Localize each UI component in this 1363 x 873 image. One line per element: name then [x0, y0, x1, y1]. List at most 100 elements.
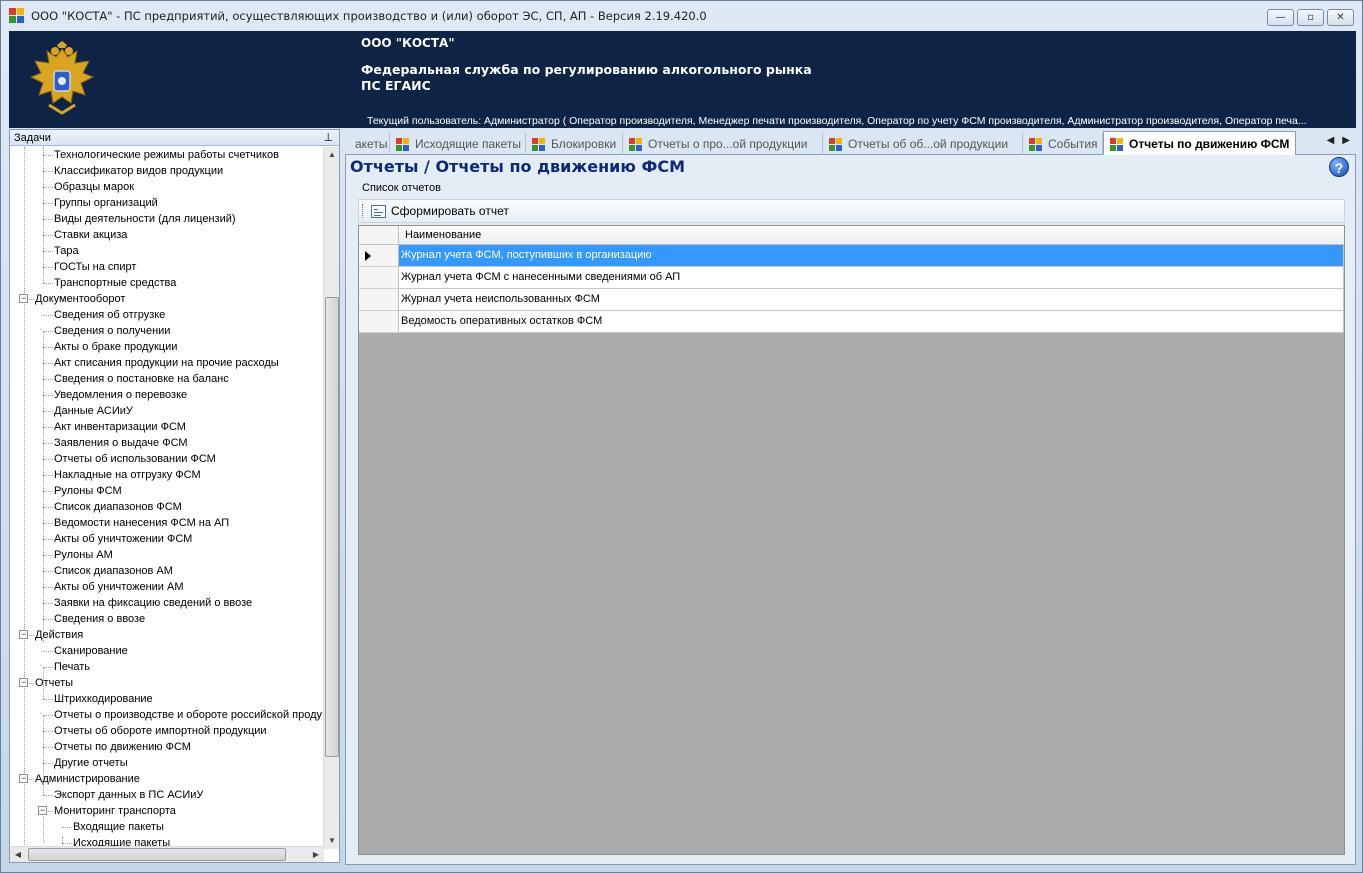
report-name-cell[interactable]: Журнал учета ФСМ, поступивших в организа… — [399, 245, 1344, 267]
column-header-name[interactable]: Наименование — [399, 226, 1344, 245]
tab-label: События — [1048, 137, 1098, 151]
tree-item[interactable]: Сведения об отгрузке — [10, 307, 324, 323]
tree-item[interactable]: Штрихкодирование — [10, 691, 324, 707]
minimize-button[interactable]: — — [1267, 9, 1294, 26]
tree-item[interactable]: Список диапазонов ФСМ — [10, 499, 324, 515]
tree-item[interactable]: Отчеты о производстве и обороте российск… — [10, 707, 324, 723]
collapse-icon[interactable]: − — [19, 630, 28, 639]
tree-connector — [43, 283, 53, 284]
tree-group-node[interactable]: − Администрирование — [10, 771, 324, 787]
tree-item[interactable]: ГОСТы на спирт — [10, 259, 324, 275]
tree-item[interactable]: Рулоны АМ — [10, 547, 324, 563]
tree-horizontal-scrollbar[interactable]: ◀ ▶ — [10, 846, 324, 862]
tree-item[interactable]: Сканирование — [10, 643, 324, 659]
tree-item[interactable]: Ставки акциза — [10, 227, 324, 243]
tree-group-node[interactable]: − Отчеты — [10, 675, 324, 691]
tree-item[interactable]: Отчеты об обороте импортной продукции — [10, 723, 324, 739]
tree-item[interactable]: Транспортные средства — [10, 275, 324, 291]
tree-vertical-scrollbar[interactable]: ▲ ▼ — [323, 147, 339, 849]
help-icon[interactable]: ? — [1329, 157, 1349, 177]
tree-item[interactable]: Образцы марок — [10, 179, 324, 195]
tab-scroll-right-icon[interactable]: ▶ — [1342, 135, 1350, 146]
scroll-right-arrow-icon[interactable]: ▶ — [308, 847, 324, 863]
scroll-down-arrow-icon[interactable]: ▼ — [324, 833, 340, 849]
tree-item[interactable]: Сведения о получении — [10, 323, 324, 339]
tree-item-label: Отчеты — [35, 677, 74, 689]
tree-item[interactable]: Технологические режимы работы счетчиков — [10, 147, 324, 163]
tree-group-node[interactable]: − Действия — [10, 627, 324, 643]
tree-item[interactable]: Тара — [10, 243, 324, 259]
tab-5[interactable]: Отчеты об об...ой продукции — [823, 133, 1023, 155]
tree-item-label: Тара — [54, 245, 79, 257]
scroll-thumb[interactable] — [28, 848, 286, 861]
tree-item[interactable]: Уведомления о перевозке — [10, 387, 324, 403]
tree-group-node[interactable]: − Документооборот — [10, 291, 324, 307]
toolbar-grip[interactable] — [362, 204, 365, 218]
form-report-button[interactable]: Сформировать отчет — [371, 204, 509, 218]
icon-square — [836, 144, 842, 151]
collapse-icon[interactable]: − — [38, 806, 47, 815]
scroll-up-arrow-icon[interactable]: ▲ — [324, 147, 340, 163]
document-icon — [1110, 137, 1123, 151]
tree-item[interactable]: Акты об уничтожении АМ — [10, 579, 324, 595]
tree-group-node[interactable]: − Мониторинг транспорта — [10, 803, 324, 819]
row-header[interactable] — [359, 311, 399, 333]
tree-item[interactable]: Экспорт данных в ПС АСИиУ — [10, 787, 324, 803]
tree-item[interactable]: Список диапазонов АМ — [10, 563, 324, 579]
scroll-thumb[interactable] — [325, 297, 339, 757]
icon-square — [539, 144, 545, 151]
tree-item[interactable]: Рулоны ФСМ — [10, 483, 324, 499]
row-header[interactable] — [359, 289, 399, 311]
table-row[interactable]: Журнал учета неиспользованных ФСМ — [359, 289, 1344, 311]
tree-item[interactable]: Акт списания продукции на прочие расходы — [10, 355, 324, 371]
report-name-cell[interactable]: Журнал учета неиспользованных ФСМ — [399, 289, 1344, 311]
tree-item[interactable]: Виды деятельности (для лицензий) — [10, 211, 324, 227]
tab-3[interactable]: Блокировки — [526, 133, 623, 155]
tab-2[interactable]: Исходящие пакеты — [390, 133, 526, 155]
tree-item[interactable]: Заявки на фиксацию сведений о ввозе — [10, 595, 324, 611]
tree-item[interactable]: Акт инвентаризации ФСМ — [10, 419, 324, 435]
tab-1[interactable]: акеты — [349, 133, 390, 155]
document-icon — [532, 137, 545, 151]
report-name-cell[interactable]: Ведомость оперативных остатков ФСМ — [399, 311, 1344, 333]
tree-item[interactable]: Ведомости нанесения ФСМ на АП — [10, 515, 324, 531]
row-header[interactable] — [359, 267, 399, 289]
tree-item[interactable]: Отчеты об использовании ФСМ — [10, 451, 324, 467]
tree-item[interactable]: Классификатор видов продукции — [10, 163, 324, 179]
tree-item[interactable]: Данные АСИиУ — [10, 403, 324, 419]
tree-item[interactable]: Отчеты по движению ФСМ — [10, 739, 324, 755]
tree-item[interactable]: Накладные на отгрузку ФСМ — [10, 467, 324, 483]
table-row[interactable]: Ведомость оперативных остатков ФСМ — [359, 311, 1344, 333]
icon-square — [396, 137, 402, 144]
tab-scroll-left-icon[interactable]: ◀ — [1327, 135, 1335, 146]
collapse-icon[interactable]: − — [19, 774, 28, 783]
tree-item[interactable]: Другие отчеты — [10, 755, 324, 771]
row-header[interactable] — [359, 245, 399, 267]
maximize-button[interactable]: ▫ — [1297, 9, 1324, 26]
tab-4[interactable]: Отчеты о про...ой продукции — [623, 133, 823, 155]
tree-item-label: Сведения об отгрузке — [54, 309, 166, 321]
table-row[interactable]: Журнал учета ФСМ, поступивших в организа… — [359, 245, 1344, 267]
tab-6[interactable]: События — [1023, 133, 1103, 155]
collapse-icon[interactable]: − — [19, 294, 28, 303]
tab-7[interactable]: Отчеты по движению ФСМ — [1103, 131, 1296, 156]
table-row[interactable]: Журнал учета ФСМ с нанесенными сведениям… — [359, 267, 1344, 289]
tree-connector — [43, 507, 53, 508]
scroll-left-arrow-icon[interactable]: ◀ — [10, 847, 26, 863]
tab-label: акеты — [355, 137, 388, 151]
pin-icon[interactable]: ⊥ — [323, 131, 333, 144]
tree-item[interactable]: Заявления о выдаче ФСМ — [10, 435, 324, 451]
close-button[interactable]: ✕ — [1327, 9, 1354, 26]
row-header-corner[interactable] — [359, 226, 399, 245]
tree-item[interactable]: Сведения о постановке на баланс — [10, 371, 324, 387]
app-icon — [9, 8, 25, 24]
tree-item[interactable]: Акты о браке продукции — [10, 339, 324, 355]
tree-item-label: Администрирование — [35, 773, 140, 785]
tree-item[interactable]: Сведения о ввозе — [10, 611, 324, 627]
tree-item[interactable]: Акты об уничтожении ФСМ — [10, 531, 324, 547]
tree-item[interactable]: Группы организаций — [10, 195, 324, 211]
tree-item[interactable]: Входящие пакеты — [10, 819, 324, 835]
collapse-icon[interactable]: − — [19, 678, 28, 687]
tree-item[interactable]: Печать — [10, 659, 324, 675]
report-name-cell[interactable]: Журнал учета ФСМ с нанесенными сведениям… — [399, 267, 1344, 289]
